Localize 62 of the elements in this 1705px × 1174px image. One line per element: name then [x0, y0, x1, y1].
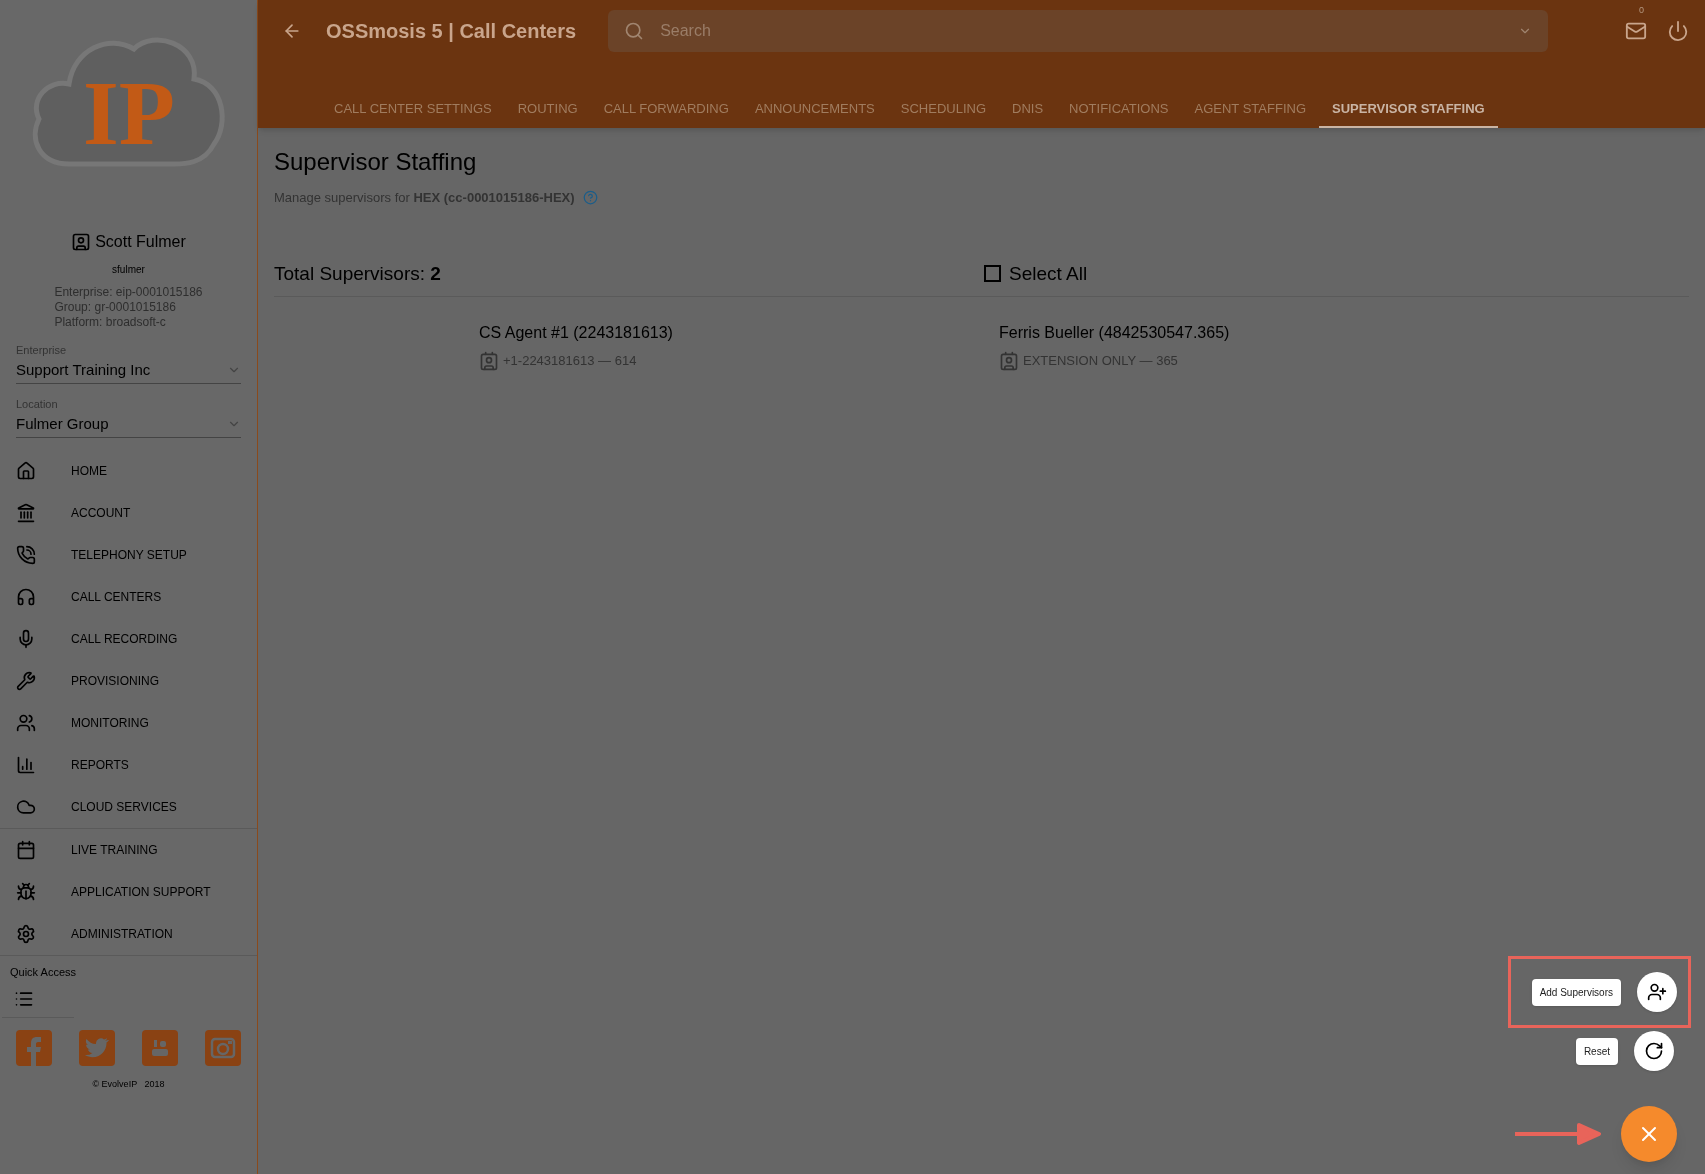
add-person-icon [1647, 982, 1667, 1002]
power-icon[interactable] [1667, 20, 1689, 42]
sidebar-item[interactable]: CALL RECORDING [0, 618, 257, 660]
quick-access-label: Quick Access [10, 965, 78, 980]
headset-icon [16, 587, 36, 607]
copyright-text: © EvolveIP 2018 [91, 1077, 166, 1091]
settings-icon [16, 924, 36, 944]
cloud-icon [16, 797, 36, 817]
account-detail: Group: gr-0001015186 [54, 300, 177, 315]
tab[interactable]: SUPERVISOR STAFFING [1319, 90, 1498, 128]
search-icon [624, 21, 645, 41]
tab[interactable]: CALL CENTER SETTINGS [321, 90, 505, 128]
username: sfulmer [112, 263, 145, 277]
contact-card-icon [479, 351, 499, 371]
supervisor-name: CS Agent #1 (2243181613) [479, 323, 674, 343]
sidebar-item[interactable]: CLOUD SERVICES [0, 786, 257, 828]
refresh-icon [1644, 1041, 1664, 1061]
tab[interactable]: DNIS [999, 90, 1057, 128]
sidebar-item[interactable]: ACCOUNT [0, 492, 257, 534]
sidebar-item[interactable]: PROVISIONING [0, 660, 257, 702]
tab[interactable]: SCHEDULING [887, 90, 1000, 128]
sidebar-item[interactable]: ADMINISTRATION [0, 913, 257, 955]
round-action-button[interactable] [1634, 1031, 1674, 1071]
supervisor-name: Ferris Bueller (4842530547.365) [999, 323, 1231, 343]
app-title: OSSmosis 5 | Call Centers [326, 19, 577, 44]
search-field[interactable]: Search [660, 19, 1519, 43]
bar-chart-icon [16, 755, 36, 775]
action-label: Add Supervisors [1531, 978, 1621, 1006]
sidebar-item[interactable]: LIVE TRAINING [0, 829, 257, 871]
calendar-icon [16, 840, 36, 860]
select-all-checkbox[interactable]: Select All [984, 259, 1088, 288]
search-bar[interactable]: Search [608, 10, 1549, 52]
tab[interactable]: AGENT STAFFING [1181, 90, 1319, 128]
action-label: Reset [1575, 1037, 1618, 1065]
microphone-icon [16, 629, 36, 649]
home-icon [16, 461, 36, 481]
wrench-icon [16, 671, 36, 691]
user-name: Scott Fulmer [95, 232, 186, 252]
bug-icon [16, 882, 36, 902]
sidebar-item[interactable]: TELEPHONY SETUP [0, 534, 257, 576]
people-icon [16, 713, 36, 733]
close-fab-button[interactable] [1621, 1106, 1677, 1162]
tab[interactable]: ROUTING [504, 90, 591, 128]
account-detail: Enterprise: eip-0001015186 [54, 285, 203, 300]
sidebar-item[interactable]: REPORTS [0, 744, 257, 786]
sidebar-item[interactable]: HOME [0, 450, 257, 492]
total-count: Total Supervisors: 2 [274, 261, 442, 286]
account-detail: Platform: broadsoft-c [54, 315, 167, 330]
tab[interactable]: CALL FORWARDING [590, 90, 742, 128]
tab[interactable]: NOTIFICATIONS [1056, 90, 1182, 128]
page-title: Supervisor Staffing [274, 147, 478, 177]
mail-count: 0 [1639, 4, 1644, 17]
mail-icon[interactable] [1625, 20, 1647, 42]
bank-icon [16, 503, 36, 523]
sidebar-item[interactable]: APPLICATION SUPPORT [0, 871, 257, 913]
contact-card-icon [999, 351, 1019, 371]
sidebar-item[interactable]: CALL CENTERS [0, 576, 257, 618]
sidebar-item[interactable]: MONITORING [0, 702, 257, 744]
tab[interactable]: ANNOUNCEMENTS [741, 90, 888, 128]
round-action-button[interactable] [1637, 972, 1677, 1012]
user-icon [71, 232, 92, 252]
phone-icon [16, 545, 36, 565]
